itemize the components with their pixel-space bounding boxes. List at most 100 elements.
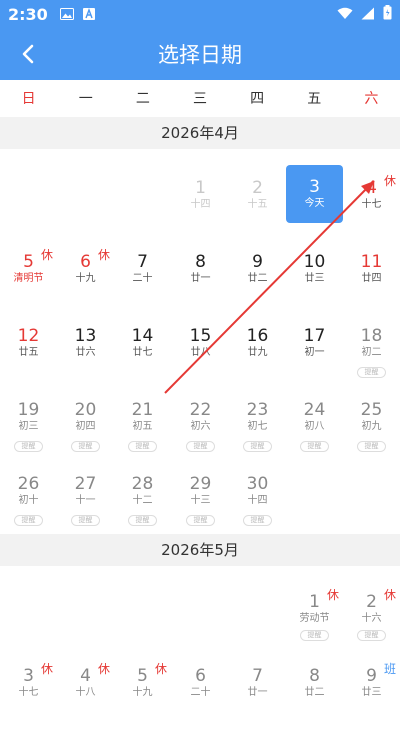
day-cell[interactable]: 6 二十 [172,660,229,734]
day-cell-today[interactable]: 3 今天 [286,165,343,223]
remind-button[interactable]: 提醒 [71,515,100,526]
day-cell[interactable]: 27 十一 提醒 [57,468,114,542]
holiday-tag: 休 [154,662,167,676]
lunar-label: 初四 [75,421,96,432]
holiday-tag: 休 [40,248,53,262]
remind-button[interactable]: 提醒 [186,441,215,452]
day-cell[interactable]: 15 廿八 [172,320,229,394]
festival-label: 劳动节 [299,613,330,624]
day-cell[interactable]: 23 初七 提醒 [229,394,286,468]
day-cell[interactable]: 休 6 十九 [57,246,114,320]
day-cell[interactable]: 休 3 十七 [0,660,57,734]
lunar-label: 初九 [361,421,382,432]
remind-button[interactable]: 提醒 [300,441,329,452]
day-number: 25 [360,400,383,420]
day-cell[interactable]: 休 5 清明节 [0,246,57,320]
day-cell[interactable]: 28 十二 提醒 [114,468,171,542]
day-cell[interactable]: 班 9 廿三 [343,660,400,734]
weekday-wed: 三 [192,91,207,107]
back-button[interactable] [14,40,42,68]
lunar-label: 十七 [18,687,39,698]
remind-button[interactable]: 提醒 [357,441,386,452]
festival-label: 清明节 [13,273,44,284]
day-cell[interactable]: 9 廿二 [229,246,286,320]
day-cell[interactable]: 19 初三 提醒 [0,394,57,468]
day-cell[interactable]: 11 廿四 [343,246,400,320]
remind-button[interactable]: 提醒 [14,515,43,526]
day-cell[interactable]: 25 初九 提醒 [343,394,400,468]
day-number: 18 [360,326,383,346]
day-number: 6 [195,666,206,686]
holiday-tag: 休 [383,588,396,602]
remind-button[interactable]: 提醒 [128,515,157,526]
day-number: 12 [17,326,40,346]
app-bar: 选择日期 [0,28,400,80]
remind-button[interactable]: 提醒 [243,515,272,526]
day-cell[interactable]: 21 初五 提醒 [114,394,171,468]
day-cell[interactable]: 休 2 十六 提醒 [343,586,400,660]
day-cell[interactable]: 30 十四 提醒 [229,468,286,542]
day-cell[interactable]: 18 初二 提醒 [343,320,400,394]
day-cell[interactable]: 7 二十 [114,246,171,320]
day-number: 23 [246,400,269,420]
day-number: 8 [309,666,320,686]
day-cell[interactable]: 26 初十 提醒 [0,468,57,542]
day-cell[interactable]: 20 初四 提醒 [57,394,114,468]
day-number: 28 [131,474,154,494]
lunar-label: 十四 [247,495,268,506]
chevron-left-icon [22,44,34,64]
lunar-label: 十六 [361,613,382,624]
day-cell[interactable]: 24 初八 提醒 [286,394,343,468]
lunar-label: 十三 [190,495,211,506]
day-cell[interactable]: 12 廿五 [0,320,57,394]
day-cell[interactable]: 16 廿九 [229,320,286,394]
day-number: 19 [17,400,40,420]
day-number: 9 [252,252,263,272]
page-title: 选择日期 [158,43,242,67]
remind-button[interactable]: 提醒 [357,630,386,641]
lunar-label: 十四 [190,199,211,210]
day-number: 29 [189,474,212,494]
day-cell: 1 十四 [172,172,229,246]
day-number: 8 [195,252,206,272]
day-cell[interactable]: 休 4 十八 [57,660,114,734]
month-header-april: 2026年4月 [0,117,400,149]
weekday-sat: 六 [364,91,379,107]
day-cell[interactable]: 22 初六 提醒 [172,394,229,468]
day-cell[interactable]: 13 廿六 [57,320,114,394]
day-number: 10 [303,252,326,272]
day-cell[interactable]: 14 廿七 [114,320,171,394]
day-number: 7 [137,252,148,272]
day-cell[interactable]: 休 5 十九 [114,660,171,734]
remind-button[interactable]: 提醒 [14,441,43,452]
holiday-tag: 休 [326,588,339,602]
lunar-label: 廿四 [361,273,382,284]
day-number: 2 [252,178,263,198]
remind-button[interactable]: 提醒 [243,441,272,452]
remind-button[interactable]: 提醒 [357,367,386,378]
day-cell[interactable]: 7 廿一 [229,660,286,734]
lunar-label: 十八 [75,687,96,698]
wifi-icon [337,5,353,24]
day-cell[interactable]: 10 廿三 [286,246,343,320]
remind-button[interactable]: 提醒 [300,630,329,641]
remind-button[interactable]: 提醒 [128,441,157,452]
day-number: 7 [252,666,263,686]
lunar-label: 廿五 [18,347,39,358]
remind-button[interactable]: 提醒 [71,441,100,452]
day-cell[interactable]: 29 十三 提醒 [172,468,229,542]
lunar-label: 初二 [361,347,382,358]
lunar-label: 廿二 [304,687,325,698]
day-cell[interactable]: 17 初一 [286,320,343,394]
weekday-fri: 五 [307,91,322,107]
day-cell[interactable]: 休 4 十七 [343,172,400,246]
remind-button[interactable]: 提醒 [186,515,215,526]
lunar-label: 廿三 [361,687,382,698]
day-cell[interactable]: 休 1 劳动节 提醒 [286,586,343,660]
lunar-label: 十二 [132,495,153,506]
day-number: 26 [17,474,40,494]
day-cell[interactable]: 8 廿二 [286,660,343,734]
lunar-label: 十五 [247,199,268,210]
day-cell[interactable]: 8 廿一 [172,246,229,320]
holiday-tag: 休 [383,174,396,188]
